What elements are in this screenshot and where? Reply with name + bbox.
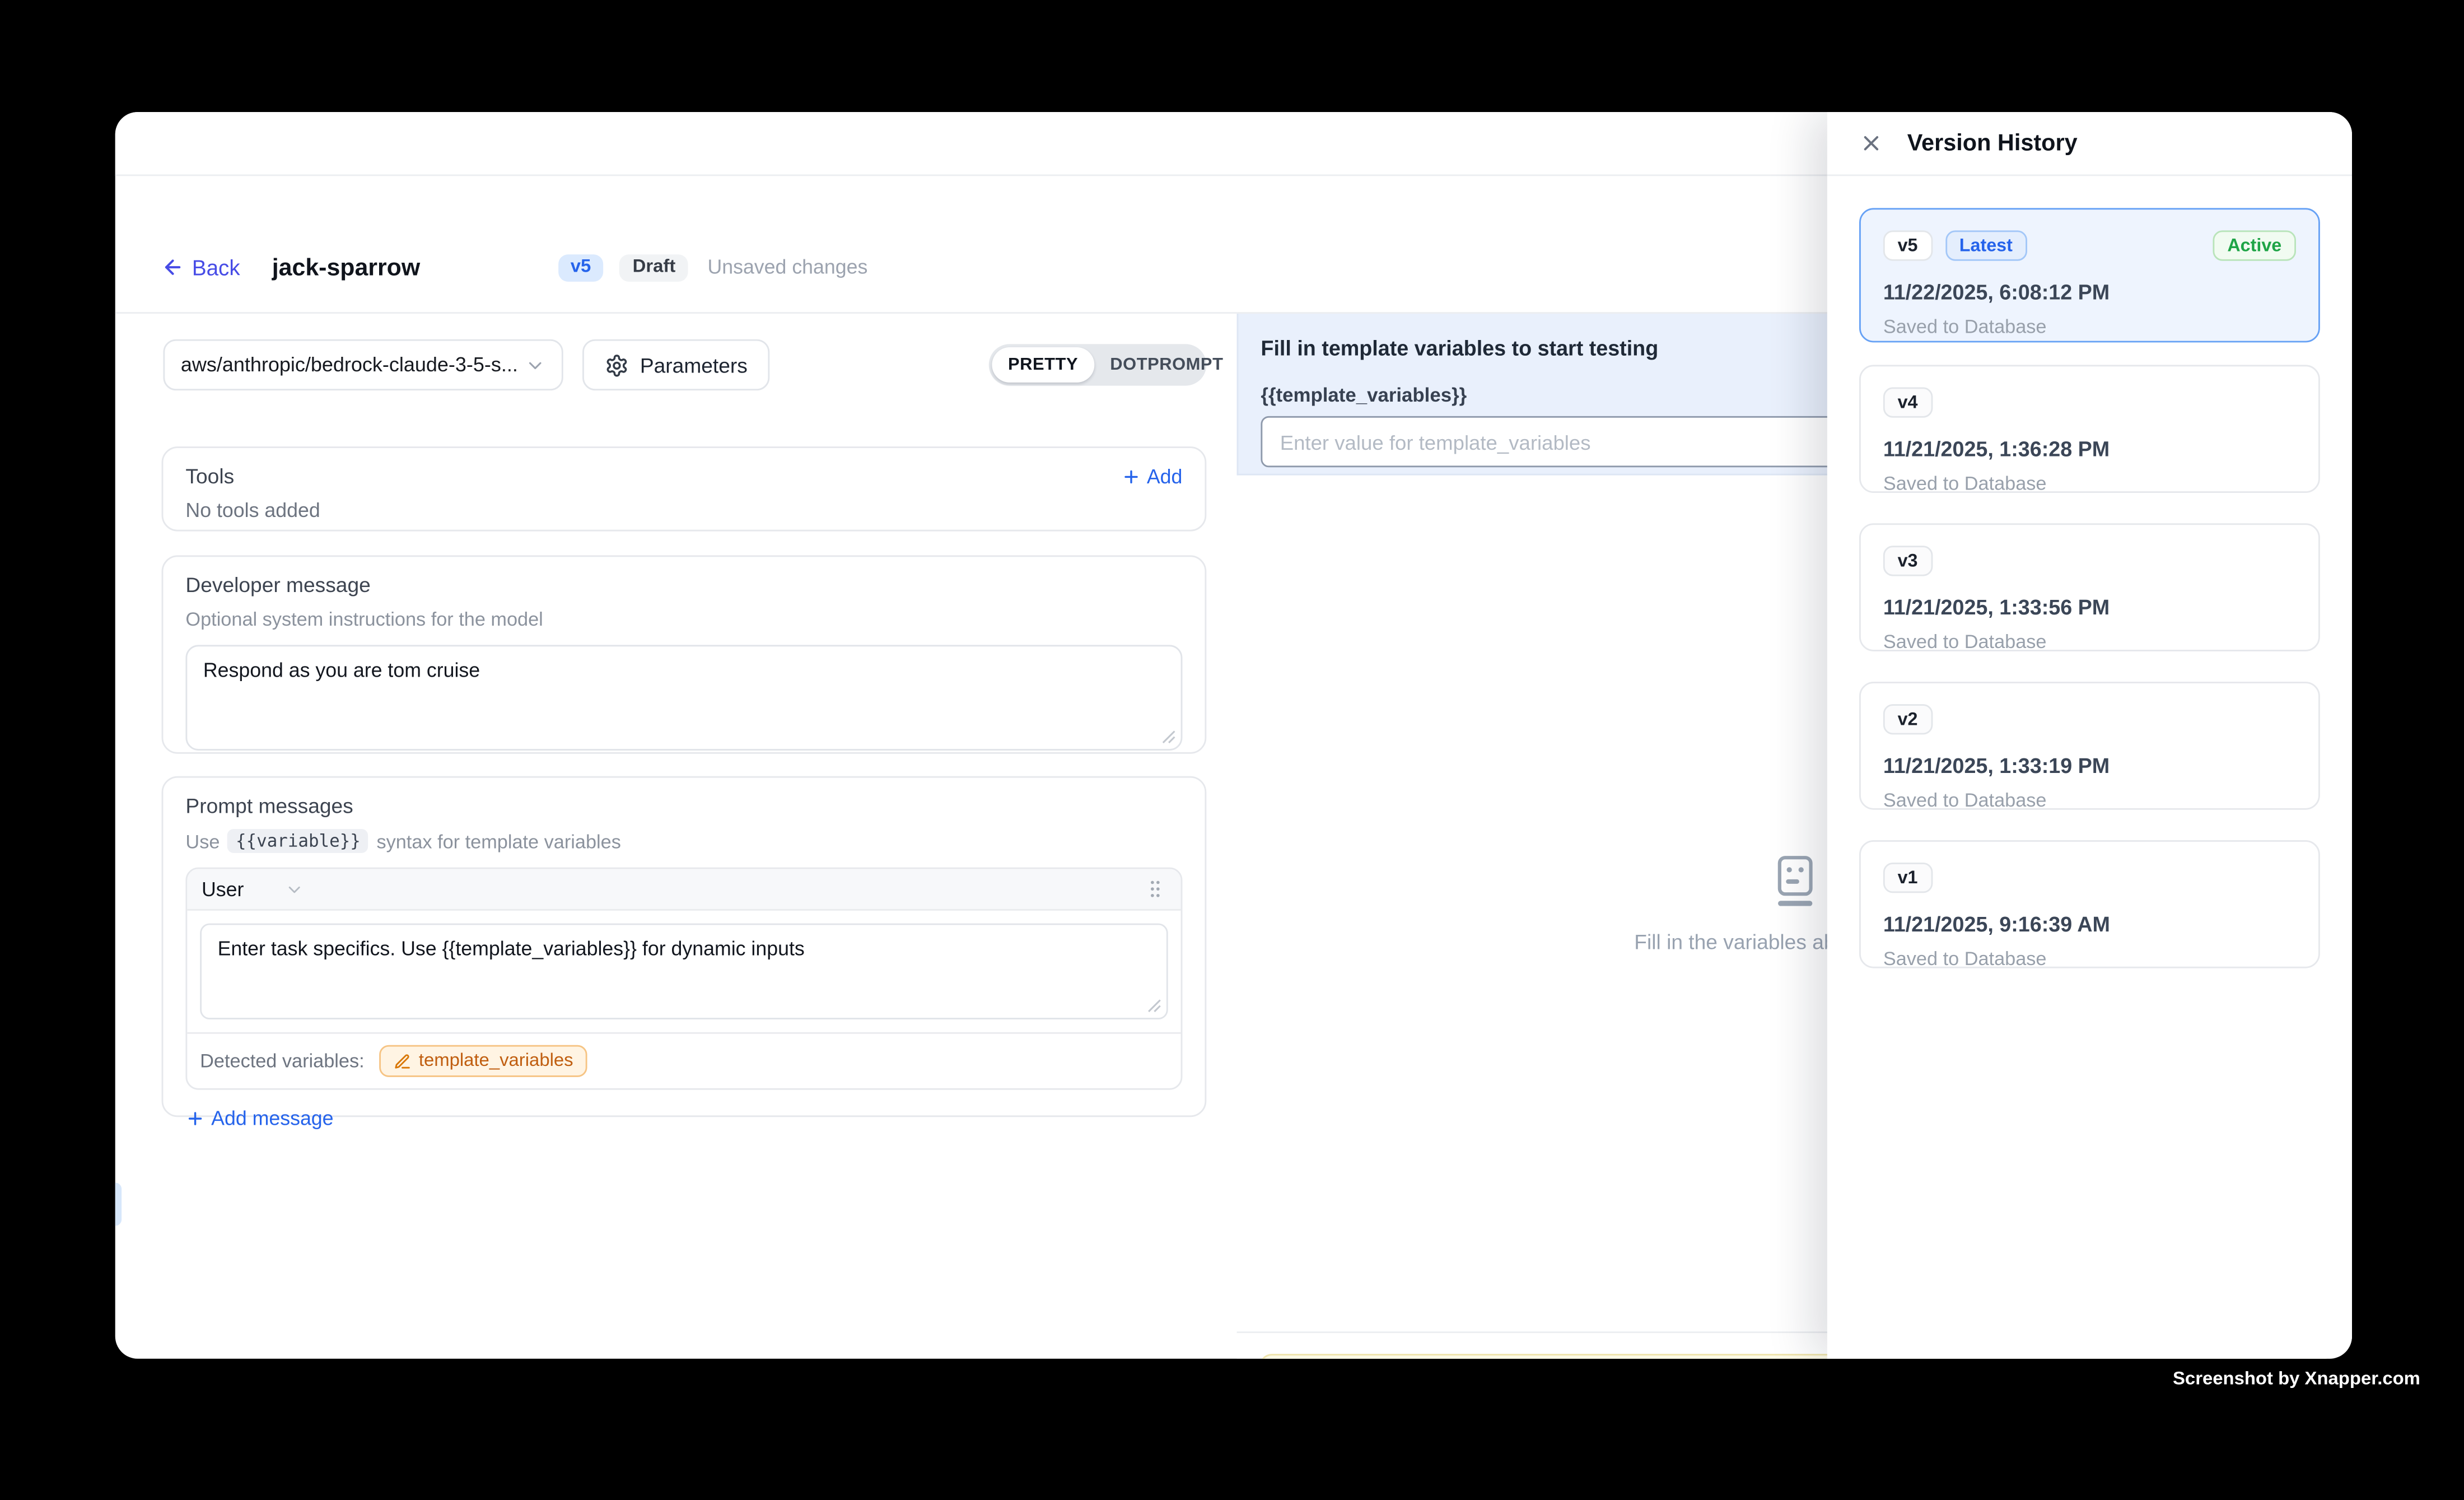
message-content-input[interactable]: Enter task specifics. Use {{template_var… [202,925,1166,1018]
gear-icon [605,353,629,377]
add-tool-label: Add [1147,465,1183,487]
parameters-label: Parameters [640,353,748,377]
version-history-header: Version History [1827,112,2352,176]
model-select-value: aws/anthropic/bedrock-claude-3-5-s... [181,353,525,376]
version-timestamp: 11/22/2025, 6:08:12 PM [1883,280,2296,304]
version-number-badge: v3 [1883,546,1932,576]
add-message-label: Add message [211,1107,333,1130]
developer-message-card: Developer message Optional system instru… [162,555,1207,753]
detected-variables-label: Detected variables: [200,1050,365,1072]
hint-suffix: syntax for template variables [376,830,620,852]
arrow-left-icon [162,256,184,278]
close-icon[interactable] [1859,131,1883,155]
toggle-pretty[interactable]: PRETTY [992,347,1094,383]
drag-handle-icon[interactable] [1144,877,1166,901]
version-number-badge: v4 [1883,387,1932,417]
version-status: Saved to Database [1883,789,2296,812]
version-number-badge: v2 [1883,704,1932,734]
version-timestamp: 11/21/2025, 9:16:39 AM [1883,912,2296,937]
version-status: Saved to Database [1883,947,2296,970]
version-status: Saved to Database [1883,472,2296,495]
screenshot-stage: Back jack-sparrow v5 Draft Unsaved chang… [0,0,2464,1500]
detected-variable-name: template_variables [419,1051,573,1070]
tools-empty-text: No tools added [185,499,1182,521]
version-number-badge: v1 [1883,863,1932,893]
back-label: Back [192,255,240,279]
page-header: Back jack-sparrow v5 Draft Unsaved chang… [162,250,868,285]
plus-icon [1121,467,1140,486]
tools-title: Tools [185,464,234,488]
back-button[interactable]: Back [162,255,240,279]
page-title: jack-sparrow [272,254,420,281]
model-select[interactable]: aws/anthropic/bedrock-claude-3-5-s... [163,339,563,390]
toggle-dotprompt[interactable]: DOTPROMPT [1094,347,1239,383]
variable-syntax-chip: {{variable}} [228,829,368,853]
plus-icon [185,1109,204,1128]
hint-prefix: Use [185,830,220,852]
version-timestamp: 11/21/2025, 1:33:19 PM [1883,754,2296,778]
add-tool-button[interactable]: Add [1121,465,1182,487]
tools-card: Tools Add No tools added [162,446,1207,531]
version-card-v1[interactable]: v1 11/21/2025, 9:16:39 AM Saved to Datab… [1859,840,2320,968]
developer-message-subtitle: Optional system instructions for the mod… [185,608,1182,631]
prompt-messages-title: Prompt messages [185,794,1182,818]
draft-badge: Draft [620,254,688,281]
pencil-icon [393,1052,410,1070]
message-block: User Enter task specifics. Use {{templat… [185,868,1182,1090]
version-timestamp: 11/21/2025, 1:33:56 PM [1883,595,2296,619]
version-card-v3[interactable]: v3 11/21/2025, 1:33:56 PM Saved to Datab… [1859,523,2320,651]
version-badge: v5 [558,254,604,281]
latest-badge: Latest [1945,230,2027,260]
developer-message-title: Developer message [185,573,1182,597]
version-card-v4[interactable]: v4 11/21/2025, 1:36:28 PM Saved to Datab… [1859,365,2320,493]
role-select-value: User [202,878,244,900]
version-timestamp: 11/21/2025, 1:36:28 PM [1883,437,2296,461]
active-badge: Active [2213,230,2296,260]
watermark-text: Screenshot by Xnapper.com [2173,1370,2420,1389]
add-message-button[interactable]: Add message [185,1107,333,1130]
version-history-panel: Version History v5 Latest Active 11/22/2… [1827,112,2352,1359]
format-toggle: PRETTY DOTPROMPT [989,344,1207,385]
parameters-button[interactable]: Parameters [582,339,770,390]
prompt-messages-card: Prompt messages Use {{variable}} syntax … [162,776,1207,1117]
role-select[interactable]: User [202,878,305,900]
prompt-messages-hint: Use {{variable}} syntax for template var… [185,829,1182,853]
app-window: Back jack-sparrow v5 Draft Unsaved chang… [115,112,2352,1359]
developer-message-input[interactable]: Respond as you are tom cruise [187,646,1180,749]
version-status: Saved to Database [1883,315,2296,338]
detected-variable-chip[interactable]: template_variables [379,1045,587,1077]
version-card-v5[interactable]: v5 Latest Active 11/22/2025, 6:08:12 PM … [1859,208,2320,342]
robot-icon [1774,853,1815,907]
version-status: Saved to Database [1883,631,2296,653]
edge-peek-element [115,1182,122,1226]
chevron-down-icon [525,355,545,375]
detected-variables-row: Detected variables: template_variables [187,1032,1180,1088]
unsaved-changes-label: Unsaved changes [707,256,867,278]
chevron-down-icon [286,879,305,898]
message-header: User [187,869,1180,910]
version-history-title: Version History [1907,131,2078,156]
version-card-v2[interactable]: v2 11/21/2025, 1:33:19 PM Saved to Datab… [1859,682,2320,810]
version-number-badge: v5 [1883,230,1932,260]
